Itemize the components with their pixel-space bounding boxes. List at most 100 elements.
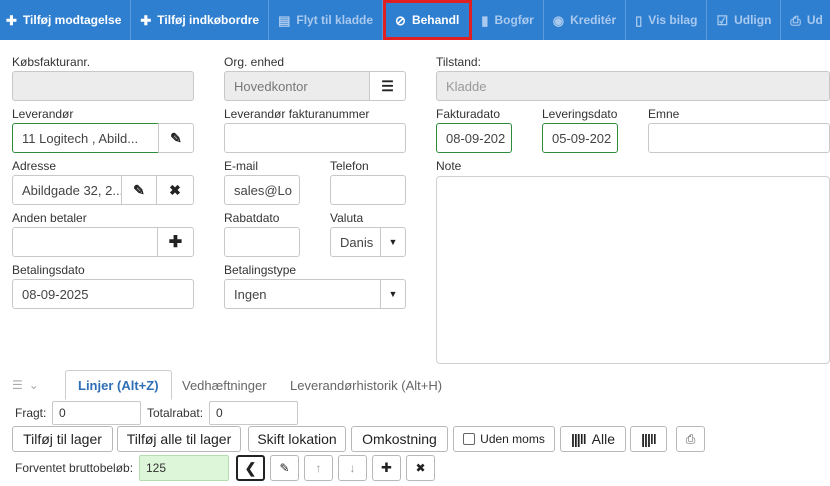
move-to-draft-button[interactable]: ▤ Flyt til kladde	[269, 0, 384, 40]
edit-line-button[interactable]: ✎	[270, 455, 299, 481]
invoice-no-label: Købsfakturanr.	[12, 55, 91, 69]
add-purchase-order-button[interactable]: ✚ Tilføj indkøbordre	[131, 0, 270, 40]
freight-field[interactable]: 0	[52, 401, 141, 425]
supplier-invoice-field[interactable]	[224, 123, 406, 153]
arrow-up-icon: ↑	[315, 461, 322, 475]
tab-attachments[interactable]: Vedhæftninger	[182, 370, 267, 400]
address-clear-button[interactable]: ✖	[156, 175, 194, 205]
discount-date-field[interactable]	[224, 227, 300, 257]
tab-bar: ☰ ⌄ Linjer (Alt+Z) Vedhæftninger Leverand…	[0, 370, 830, 400]
checkbox-icon: ☑	[716, 12, 729, 28]
add-receipt-button[interactable]: ✚ Tilføj modtagelse	[0, 0, 132, 40]
tab-supplier-history[interactable]: Leverandørhistorik (Alt+H)	[290, 370, 442, 400]
change-location-button[interactable]: Skift lokation	[248, 426, 346, 452]
tab-lines[interactable]: Linjer (Alt+Z)	[65, 370, 172, 400]
process-button[interactable]: ⊘ Behandl	[383, 0, 473, 40]
add-all-to-stock-button[interactable]: Tilføj alle til lager	[117, 426, 241, 452]
file-icon: ▯	[635, 12, 643, 28]
printer-icon: ⎙	[790, 12, 801, 28]
print-label: Ud	[806, 13, 823, 27]
document-icon: ▤	[278, 12, 291, 28]
org-unit-label: Org. enhed	[224, 55, 285, 69]
show-voucher-button[interactable]: ▯ Vis bilag	[626, 0, 708, 40]
email-field[interactable]: sales@Lo	[224, 175, 300, 205]
payment-type-dropdown-button[interactable]: ▼	[380, 279, 406, 309]
address-label: Adresse	[12, 159, 57, 173]
move-to-draft-label: Flyt til kladde	[296, 13, 374, 27]
print-button[interactable]: ⎙ Ud	[781, 0, 830, 40]
note-textarea[interactable]	[436, 176, 830, 364]
other-payer-add-button[interactable]: ✚	[157, 227, 194, 257]
discount-date-label: Rabatdato	[224, 211, 280, 225]
plus-icon: ✚	[381, 460, 392, 475]
other-payer-field[interactable]	[12, 227, 158, 257]
email-label: E-mail	[224, 159, 259, 173]
address-edit-button[interactable]: ✎	[121, 175, 157, 205]
caret-down-icon: ▼	[388, 289, 398, 299]
supplier-edit-button[interactable]: ✎	[158, 123, 194, 153]
barcode-icon: |||‖	[570, 431, 587, 447]
close-icon: ✖	[415, 461, 426, 475]
add-line-button[interactable]: ✚	[372, 455, 401, 481]
currency-select[interactable]: Danis	[330, 227, 381, 257]
payment-date-field[interactable]: 08-09-2025	[12, 279, 194, 309]
plus-icon: ✚	[168, 234, 183, 251]
payment-type-select[interactable]: Ingen	[224, 279, 381, 309]
add-receipt-label: Tilføj modtagelse	[22, 13, 122, 27]
plus-icon: ✚	[140, 12, 152, 28]
print-lines-button[interactable]: ⎙	[676, 426, 705, 452]
phone-field[interactable]	[330, 175, 406, 205]
other-payer-label: Anden betaler	[12, 211, 87, 225]
invoice-no-field[interactable]	[12, 71, 194, 101]
address-field[interactable]: Abildgade 32, 2...	[12, 175, 122, 205]
plus-icon: ✚	[6, 12, 17, 28]
book-icon: ▮	[481, 12, 489, 28]
move-up-button[interactable]: ↑	[304, 455, 333, 481]
piggy-bank-icon: ◉	[552, 12, 565, 28]
chevron-down-icon: ⌄	[28, 378, 39, 392]
cost-button[interactable]: Omkostning	[351, 426, 448, 452]
settle-button[interactable]: ☑ Udlign	[707, 0, 782, 40]
chevron-left-icon: ❮	[244, 459, 257, 476]
payment-type-label: Betalingstype	[224, 263, 297, 277]
status-label: Tilstand:	[436, 55, 481, 69]
process-label: Behandl	[411, 13, 460, 27]
barcode-button[interactable]: |||‖	[630, 426, 667, 452]
expected-gross-label: Forventet bruttobeløb:	[15, 461, 134, 475]
supplier-invoice-label: Leverandør fakturanummer	[224, 107, 370, 121]
delivery-date-field[interactable]: 05-09-202	[542, 123, 618, 153]
post-label: Bogfør	[494, 13, 534, 27]
invoice-date-field[interactable]: 08-09-202	[436, 123, 512, 153]
phone-label: Telefon	[330, 159, 369, 173]
without-vat-toggle[interactable]: Uden moms	[453, 426, 555, 452]
credit-label: Kreditér	[570, 13, 617, 27]
barcode-icon: |||‖	[641, 431, 657, 447]
checkbox-icon	[463, 433, 476, 445]
all-label: Alle	[591, 431, 616, 447]
collapse-button[interactable]: ❮	[236, 455, 265, 481]
currency-dropdown-button[interactable]: ▼	[380, 227, 406, 257]
org-unit-lookup-button[interactable]: ☰	[369, 71, 406, 101]
list-icon: ☰	[381, 77, 394, 94]
delete-line-button[interactable]: ✖	[406, 455, 435, 481]
move-down-button[interactable]: ↓	[338, 455, 367, 481]
supplier-field[interactable]: 11 Logitech , Abild...	[12, 123, 159, 153]
tab-menu-toggle[interactable]: ☰ ⌄	[12, 370, 39, 400]
close-icon: ✖	[169, 181, 181, 198]
expected-gross-field[interactable]: 125	[139, 455, 229, 481]
post-button[interactable]: ▮ Bogfør	[472, 0, 544, 40]
barcode-all-button[interactable]: |||‖ Alle	[560, 426, 626, 452]
freight-label: Fragt:	[15, 406, 47, 420]
settle-label: Udlign	[734, 13, 772, 27]
edit-icon: ✎	[279, 461, 290, 475]
edit-icon: ✎	[170, 129, 182, 146]
printer-icon: ⎙	[685, 431, 696, 446]
subject-field[interactable]	[648, 123, 830, 153]
total-discount-field[interactable]: 0	[209, 401, 298, 425]
show-voucher-label: Vis bilag	[648, 13, 698, 27]
add-to-stock-button[interactable]: Tilføj til lager	[12, 426, 113, 452]
toolbar: ✚ Tilføj modtagelse ✚ Tilføj indkøbordre ▤…	[0, 0, 830, 40]
add-purchase-order-label: Tilføj indkøbordre	[157, 13, 260, 27]
credit-button[interactable]: ◉ Kreditér	[544, 0, 627, 40]
org-unit-field[interactable]: Hovedkontor	[224, 71, 370, 101]
